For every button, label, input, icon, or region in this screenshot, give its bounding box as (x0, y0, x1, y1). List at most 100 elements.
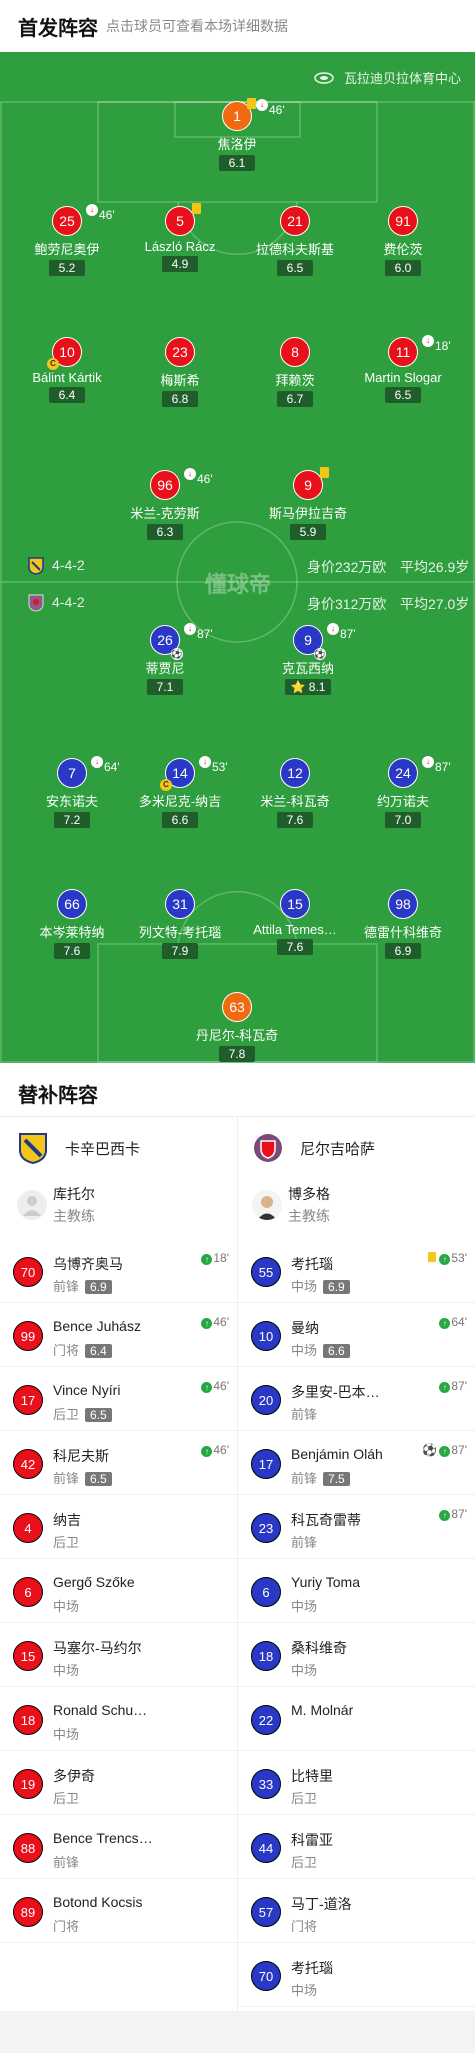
player-number: 7 ↓ 64' (57, 756, 120, 788)
home-player-4[interactable]: 91 费伦茨 6.0 (343, 206, 463, 277)
sub-position: 后卫 (53, 1535, 80, 1550)
player-number: 8 (280, 337, 310, 367)
home-player-6[interactable]: 23 梅斯希 6.8 (120, 337, 240, 408)
sub-event: ⚽ ↑ 87' (422, 1443, 467, 1457)
home-team-header[interactable]: 卡辛巴西卡 (17, 1126, 140, 1170)
away-sub-row[interactable]: 17 Benjámin Oláh 前锋 7.5 ⚽ ↑ 87' (238, 1431, 475, 1495)
sub-rating: 6.5 (85, 1472, 112, 1486)
player-number: 66 (57, 889, 87, 919)
player-rating: 6.5 (385, 387, 421, 403)
away-sub-row[interactable]: 55 考托瑙 中场 6.9 ↑ 53' (238, 1239, 475, 1303)
sub-position: 中场 (53, 1727, 80, 1742)
sub-on-icon: ↑ (201, 1318, 213, 1329)
sub-number: 18 (13, 1705, 43, 1735)
home-team-logo-icon (28, 557, 44, 575)
sub-on-icon: ↑ (439, 1318, 451, 1329)
player-rating: 6.9 (385, 943, 421, 959)
home-player-9[interactable]: 96 ↓ 46' 米兰-克劳斯 6.3 (105, 468, 225, 541)
home-coach[interactable]: 库托尔 主教练 (17, 1184, 227, 1228)
coach-photo-icon (252, 1190, 282, 1220)
home-sub-row[interactable]: 4 纳吉 后卫 (0, 1495, 237, 1559)
player-name: 米兰-克劳斯 (130, 506, 200, 521)
player-name: 拜赖茨 (275, 373, 315, 388)
player-number: 25 ↓ 46' (52, 204, 115, 236)
sub-off-icon: ↓ (422, 335, 434, 347)
sub-rating: 6.9 (85, 1280, 112, 1294)
player-number: 26 ↓ 87' ⚽ (150, 623, 213, 660)
player-rating: 7.8 (219, 1046, 255, 1062)
away-sub-row[interactable]: 57 马丁-道洛 门将 (238, 1879, 475, 1943)
player-rating: 7.6 (54, 943, 90, 959)
away-sub-row[interactable]: 70 考托瑙 中场 (238, 1943, 475, 2007)
away-sub-row[interactable]: 18 桑科维奇 中场 (238, 1623, 475, 1687)
away-player-8[interactable]: 15 Attila Temes… 7.6 (235, 889, 355, 956)
sub-name: Bence Juhász (53, 1318, 141, 1334)
home-player-0[interactable]: 1 ↓ 46' 焦洛伊 6.1 (177, 98, 297, 172)
away-sub-row[interactable]: 6 Yuriy Toma 中场 (238, 1559, 475, 1623)
home-sub-row[interactable]: 15 马塞尔-马约尔 中场 (0, 1623, 237, 1687)
away-player-1[interactable]: 9 ↓ 87' ⚽ 克瓦西纳 ⭐ 8.1 (248, 623, 368, 696)
away-sub-row[interactable]: 33 比特里 后卫 (238, 1751, 475, 1815)
away-sub-row[interactable]: 20 多里安-巴本… 前锋 ↑ 87' (238, 1367, 475, 1431)
home-sub-row[interactable]: 42 科尼夫斯 前锋 6.5 ↑ 46' (0, 1431, 237, 1495)
sub-number: 6 (13, 1577, 43, 1607)
sub-number: 44 (251, 1833, 281, 1863)
sub-number: 6 (251, 1577, 281, 1607)
sub-position: 前锋 (291, 1535, 318, 1550)
player-rating: 7.1 (147, 679, 183, 695)
sub-on-icon: ↑ (439, 1510, 451, 1521)
player-rating: 5.9 (290, 524, 326, 540)
away-player-2[interactable]: 7 ↓ 64' 安东诺夫 7.2 (12, 756, 132, 829)
away-player-7[interactable]: 31 列文特-考托瑙 7.9 (120, 889, 240, 960)
away-coach[interactable]: 博多格 主教练 (252, 1184, 462, 1228)
away-player-3[interactable]: 14 ↓ 53' C 多米尼克-纳吉 6.6 (120, 756, 240, 829)
player-rating: 6.3 (147, 524, 183, 540)
home-sub-row[interactable]: 18 Ronald Schu… 中场 (0, 1687, 237, 1751)
home-player-3[interactable]: 21 拉德科夫斯基 6.5 (235, 206, 355, 277)
home-sub-row[interactable]: 70 乌博齐奥马 前锋 6.9 ↑ 18' (0, 1239, 237, 1303)
home-player-8[interactable]: 11 ↓ 18' Martin Slogar 6.5 (343, 335, 463, 404)
home-player-2[interactable]: 5 László Rácz 4.9 (120, 203, 240, 273)
away-sub-row[interactable]: 23 科瓦奇雷蒂 前锋 ↑ 87' (238, 1495, 475, 1559)
away-player-6[interactable]: 66 本岑莱特纳 7.6 (12, 889, 132, 960)
goal-icon: ⚽ (422, 1443, 438, 1457)
away-player-10[interactable]: 63 丹尼尔-科瓦奇 7.8 (177, 992, 297, 1063)
sub-number: 17 (13, 1385, 43, 1415)
away-sub-row[interactable]: 10 曼纳 中场 6.6 ↑ 64' (238, 1303, 475, 1367)
home-player-7[interactable]: 8 拜赖茨 6.7 (235, 337, 355, 408)
away-player-0[interactable]: 26 ↓ 87' ⚽ 蒂贾尼 7.1 (105, 623, 225, 696)
home-sub-row[interactable]: 89 Botond Kocsis 门将 (0, 1879, 237, 1943)
home-player-1[interactable]: 25 ↓ 46' 鲍劳尼奥伊 5.2 (7, 204, 127, 277)
away-sub-row[interactable]: 22 M. Molnár (238, 1687, 475, 1751)
sub-name: 曼纳 (291, 1320, 319, 1336)
sub-number: 17 (251, 1449, 281, 1479)
home-player-5[interactable]: 10 C Bálint Kártik 6.4 (7, 337, 127, 404)
home-sub-row[interactable]: 99 Bence Juhász 门将 6.4 ↑ 46' (0, 1303, 237, 1367)
sub-event: ↑ 53' (428, 1251, 467, 1265)
home-sub-row[interactable]: 17 Vince Nyíri 后卫 6.5 ↑ 46' (0, 1367, 237, 1431)
player-rating: 7.0 (385, 812, 421, 828)
player-rating: 7.6 (277, 812, 313, 828)
away-sub-row[interactable]: 44 科雷亚 后卫 (238, 1815, 475, 1879)
home-player-10[interactable]: 9 斯马伊拉吉奇 5.9 (248, 467, 368, 541)
sub-number: 57 (251, 1897, 281, 1927)
home-sub-row[interactable]: 6 Gergő Szőke 中场 (0, 1559, 237, 1623)
player-number: 9 (293, 467, 329, 500)
home-sub-row[interactable]: 88 Bence Trencs… 前锋 (0, 1815, 237, 1879)
player-name: 列文特-考托瑙 (138, 925, 222, 940)
player-rating: 7.9 (162, 943, 198, 959)
away-player-5[interactable]: 24 ↓ 87' 约万诺夫 7.0 (343, 756, 463, 829)
home-team-logo-icon (19, 1133, 47, 1164)
sub-time: 46' (197, 472, 213, 486)
sub-time: 46' (269, 103, 285, 117)
away-player-9[interactable]: 98 德雷什科维奇 6.9 (343, 889, 463, 960)
sub-off-icon: ↓ (422, 756, 434, 768)
sub-on-icon: ↑ (439, 1446, 451, 1457)
player-name: Martin Slogar (364, 370, 442, 385)
yellow-card-icon (428, 1252, 437, 1262)
sub-position: 中场 6.9 (291, 1276, 350, 1295)
away-team-header[interactable]: 尼尔吉哈萨 (252, 1126, 375, 1170)
home-sub-row[interactable]: 19 多伊奇 后卫 (0, 1751, 237, 1815)
away-player-4[interactable]: 12 米兰-科瓦奇 7.6 (235, 758, 355, 829)
sub-position: 门将 6.4 (53, 1340, 112, 1359)
